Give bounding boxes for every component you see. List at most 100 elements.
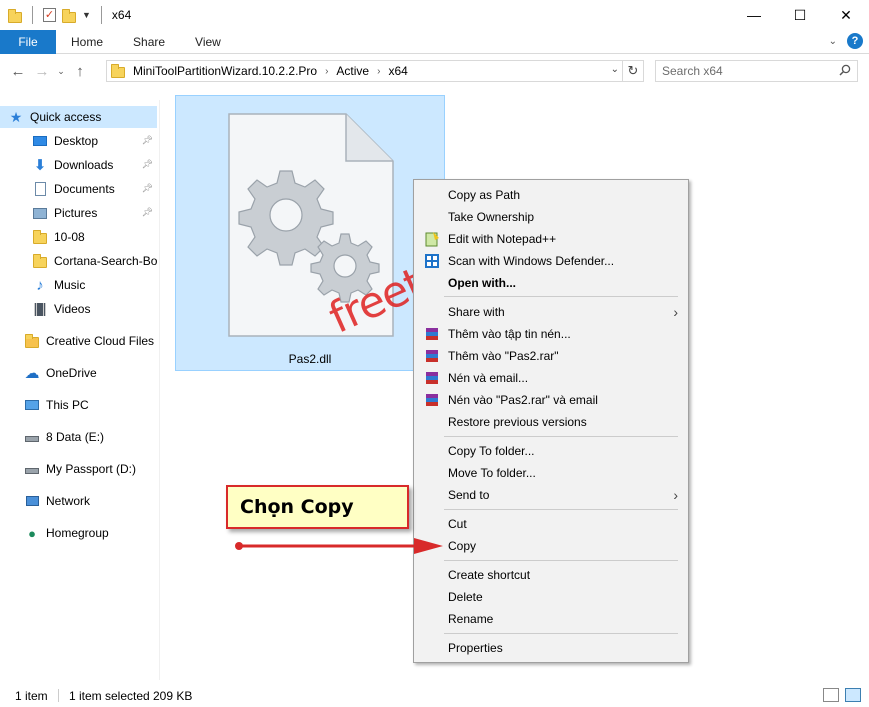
customize-toolbar-dropdown-icon[interactable]: ▼ bbox=[82, 10, 91, 20]
nav-item-downloads[interactable]: ⬇ Downloads 📌︎ bbox=[0, 154, 157, 176]
menu-separator bbox=[444, 436, 678, 437]
nav-item-homegroup[interactable]: ● Homegroup bbox=[0, 522, 157, 544]
nav-item-network[interactable]: Network bbox=[0, 490, 157, 512]
search-icon[interactable] bbox=[839, 64, 851, 76]
download-arrow-icon: ⬇ bbox=[33, 157, 47, 174]
menu-item-scan-defender[interactable]: Scan with Windows Defender... bbox=[414, 250, 688, 272]
nav-label: Music bbox=[54, 278, 86, 292]
address-bar[interactable]: MiniToolPartitionWizard.10.2.2.Pro › Act… bbox=[106, 60, 644, 82]
menu-item-create-shortcut[interactable]: Create shortcut bbox=[414, 564, 688, 586]
pin-icon[interactable]: 📌︎ bbox=[142, 207, 153, 218]
nav-label: Creative Cloud Files bbox=[46, 334, 155, 348]
pin-icon[interactable]: 📌︎ bbox=[142, 183, 153, 194]
menu-item-label: Send to bbox=[448, 488, 490, 502]
nav-item-this-pc[interactable]: This PC bbox=[0, 394, 157, 416]
breadcrumb-item[interactable]: Active bbox=[336, 64, 369, 78]
menu-item-take-ownership[interactable]: Take Ownership bbox=[414, 206, 688, 228]
menu-item-share-with[interactable]: Share with › bbox=[414, 301, 688, 323]
help-icon[interactable]: ? bbox=[847, 33, 863, 49]
toolbar-divider bbox=[32, 6, 33, 24]
nav-label: Pictures bbox=[54, 206, 98, 220]
menu-item-move-to-folder[interactable]: Move To folder... bbox=[414, 462, 688, 484]
properties-check-icon[interactable]: ✓ bbox=[43, 8, 56, 22]
file-item[interactable]: Pas2.dll bbox=[175, 95, 445, 371]
details-view-icon[interactable] bbox=[823, 688, 839, 702]
nav-item-music[interactable]: ♪ Music bbox=[0, 274, 157, 296]
menu-separator bbox=[444, 296, 678, 297]
pin-icon[interactable]: 📌︎ bbox=[142, 135, 153, 146]
file-name-label: Pas2.dll bbox=[288, 352, 332, 366]
folder-icon bbox=[111, 64, 125, 78]
nav-item-videos[interactable]: Videos bbox=[0, 298, 157, 320]
status-size: 209 KB bbox=[153, 688, 193, 703]
menu-item-restore-previous-versions[interactable]: Restore previous versions bbox=[414, 411, 688, 433]
cloud-icon: ☁ bbox=[24, 365, 40, 382]
menu-item-open-with[interactable]: Open with... bbox=[414, 272, 688, 294]
menu-item-properties[interactable]: Properties bbox=[414, 637, 688, 659]
tab-share[interactable]: Share bbox=[118, 30, 180, 54]
address-dropdown-icon[interactable]: ⌄ bbox=[611, 64, 619, 75]
nav-label: Videos bbox=[54, 302, 91, 316]
maximize-button[interactable]: ☐ bbox=[777, 0, 823, 30]
menu-item-copy-to-folder[interactable]: Copy To folder... bbox=[414, 440, 688, 462]
refresh-icon[interactable]: ↻ bbox=[622, 61, 643, 81]
menu-item-copy-as-path[interactable]: Copy as Path bbox=[414, 184, 688, 206]
menu-item-delete[interactable]: Delete bbox=[414, 586, 688, 608]
folder-icon[interactable] bbox=[8, 8, 22, 23]
nav-item-creative-cloud-files[interactable]: Creative Cloud Files bbox=[0, 330, 157, 352]
search-input[interactable]: Search x64 bbox=[655, 60, 858, 82]
windows-defender-shield-icon bbox=[425, 254, 439, 268]
nav-label: My Passport (D:) bbox=[46, 462, 137, 476]
menu-item-label: Nén và email... bbox=[448, 371, 529, 385]
breadcrumb-item[interactable]: MiniToolPartitionWizard.10.2.2.Pro bbox=[133, 64, 317, 78]
winrar-books-icon bbox=[426, 372, 438, 384]
menu-item-copy[interactable]: Copy bbox=[414, 535, 688, 557]
expand-ribbon-icon[interactable]: ⌄ bbox=[829, 36, 837, 47]
nav-item-desktop[interactable]: Desktop 📌︎ bbox=[0, 130, 157, 152]
nav-item-documents[interactable]: Documents 📌︎ bbox=[0, 178, 157, 200]
nav-item-drive-d[interactable]: My Passport (D:) bbox=[0, 458, 157, 480]
menu-separator bbox=[444, 560, 678, 561]
film-icon bbox=[32, 302, 48, 316]
menu-item-winrar-compress-email[interactable]: Nén và email... bbox=[414, 367, 688, 389]
tab-home[interactable]: Home bbox=[56, 30, 118, 54]
forward-arrow-icon[interactable]: → bbox=[30, 63, 54, 80]
winrar-books-icon bbox=[426, 328, 438, 340]
tab-file[interactable]: File bbox=[0, 29, 56, 54]
menu-item-winrar-add-to-rar[interactable]: Thêm vào "Pas2.rar" bbox=[414, 345, 688, 367]
nav-item-10-08[interactable]: 10-08 bbox=[0, 226, 157, 248]
nav-item-drive-e[interactable]: 8 Data (E:) bbox=[0, 426, 157, 448]
minimize-button[interactable]: — bbox=[731, 0, 777, 30]
nav-label: Homegroup bbox=[46, 526, 109, 540]
navigation-pane: ★ Quick access Desktop 📌︎ ⬇ Downloads 📌︎… bbox=[0, 100, 160, 680]
annotation-arrow bbox=[235, 538, 443, 554]
menu-item-send-to[interactable]: Send to › bbox=[414, 484, 688, 506]
window-title: x64 bbox=[111, 8, 132, 22]
context-menu: Copy as Path Take Ownership Edit with No… bbox=[413, 179, 689, 663]
tab-view[interactable]: View bbox=[180, 30, 236, 54]
menu-item-cut[interactable]: Cut bbox=[414, 513, 688, 535]
nav-item-onedrive[interactable]: ☁ OneDrive bbox=[0, 362, 157, 384]
menu-item-winrar-compress-rar-email[interactable]: Nén vào "Pas2.rar" và email bbox=[414, 389, 688, 411]
search-placeholder: Search x64 bbox=[662, 64, 723, 78]
breadcrumb-chevron-icon[interactable]: › bbox=[325, 66, 328, 77]
nav-quick-access[interactable]: ★ Quick access bbox=[0, 106, 157, 128]
computer-icon bbox=[24, 398, 40, 412]
pin-icon[interactable]: 📌︎ bbox=[142, 159, 153, 170]
close-button[interactable]: ✕ bbox=[823, 0, 869, 30]
menu-item-edit-notepad-plus[interactable]: Edit with Notepad++ bbox=[414, 228, 688, 250]
menu-separator bbox=[444, 633, 678, 634]
breadcrumb-item[interactable]: x64 bbox=[388, 64, 407, 78]
up-arrow-icon[interactable]: ↑ bbox=[68, 63, 92, 80]
menu-item-winrar-add-archive[interactable]: Thêm vào tập tin nén... bbox=[414, 323, 688, 345]
drive-icon bbox=[24, 430, 40, 444]
menu-item-rename[interactable]: Rename bbox=[414, 608, 688, 630]
nav-item-pictures[interactable]: Pictures 📌︎ bbox=[0, 202, 157, 224]
large-icons-view-icon[interactable] bbox=[845, 688, 861, 702]
back-arrow-icon[interactable]: ← bbox=[6, 63, 30, 80]
notepad-plus-plus-icon bbox=[425, 232, 439, 247]
breadcrumb-chevron-icon[interactable]: › bbox=[377, 66, 380, 77]
nav-item-cortana-search-box[interactable]: Cortana-Search-Box bbox=[0, 250, 157, 272]
recent-locations-chevron-icon[interactable]: ⌄ bbox=[54, 66, 68, 77]
new-folder-icon[interactable] bbox=[62, 8, 76, 23]
